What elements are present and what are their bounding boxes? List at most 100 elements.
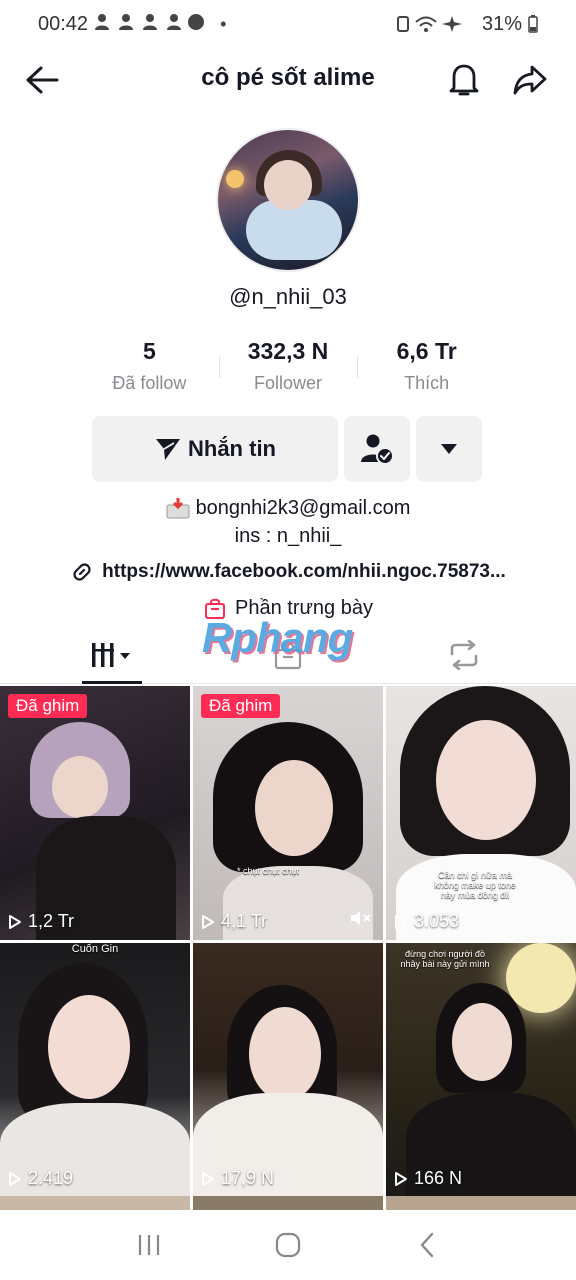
- back-chevron-icon: [420, 1232, 433, 1258]
- battery-icon: [528, 15, 538, 33]
- video-tile[interactable]: đừng chơi người đồ nhây bài này gửi mình…: [386, 943, 576, 1197]
- pinned-badge: Đã ghim: [201, 694, 281, 718]
- profile-actions: Nhắn tin: [92, 416, 482, 482]
- video-tile[interactable]: 17,9 N: [193, 943, 383, 1197]
- play-outline-icon: [202, 914, 214, 929]
- partial-tile: [193, 1196, 383, 1210]
- view-count-text: 2.419: [28, 1168, 74, 1188]
- video-thumb-face: [52, 756, 108, 818]
- video-tile[interactable]: * chụt chụt chụt Đã ghim 4,1 Tr: [193, 686, 383, 940]
- friend-status-button[interactable]: [344, 416, 410, 482]
- stat-likes[interactable]: 6,6 Tr Thích: [357, 338, 496, 400]
- message-button[interactable]: Nhắn tin: [92, 416, 338, 482]
- stat-label: Thích: [404, 373, 450, 393]
- bio-line-1: bongnhi2k3@gmail.com: [195, 497, 411, 519]
- video-thumb-face: [48, 995, 130, 1099]
- video-thumb-face: [255, 760, 333, 856]
- videos-grid-icon: [92, 643, 130, 667]
- notification-bell-button[interactable]: [444, 60, 484, 100]
- tab-videos[interactable]: [82, 626, 142, 684]
- recent-apps-button[interactable]: [119, 1220, 179, 1270]
- dot-icon: •: [220, 13, 227, 34]
- avatar-bokeh-light: [226, 170, 244, 188]
- pinned-badge: Đã ghim: [8, 694, 88, 718]
- home-button[interactable]: [258, 1220, 318, 1270]
- link-icon: [73, 563, 91, 581]
- video-caption: đừng chơi người đồ nhây bài này gửi mình: [400, 949, 490, 969]
- video-caption: Cần chi gì nữa mà không make up tone này…: [434, 870, 516, 900]
- bio-line-2: ins : n_nhii_: [234, 525, 342, 547]
- view-count-text: 1,2 Tr: [28, 911, 75, 931]
- view-count: 1,2 Tr: [8, 911, 74, 932]
- video-thumb-face: [249, 1007, 321, 1101]
- status-right: 31%: [396, 13, 538, 36]
- inbox-tray-icon: [166, 498, 190, 519]
- repost-icon: [450, 640, 478, 670]
- video-tile[interactable]: Cần chi gì nữa mà không make up tone này…: [386, 686, 576, 940]
- profile-header: cô pé sốt alime: [0, 48, 576, 108]
- play-outline-icon: [9, 1171, 21, 1186]
- next-row-partial: [0, 1196, 576, 1210]
- partial-tile: [0, 1196, 190, 1210]
- video-tile[interactable]: Đã ghim 1,2 Tr: [0, 686, 190, 940]
- stat-label: Follower: [253, 373, 323, 393]
- play-outline-icon: [9, 914, 21, 929]
- recent-apps-icon: [139, 1235, 160, 1255]
- video-thumb-face: [436, 720, 536, 840]
- bell-icon: [449, 64, 479, 96]
- share-button[interactable]: [510, 60, 550, 100]
- view-count: 2.419: [8, 1168, 73, 1189]
- view-count-text: 4,1 Tr: [221, 911, 268, 931]
- bio-email-line: bongnhi2k3@gmail.com: [0, 494, 576, 522]
- more-options-button[interactable]: [416, 416, 482, 482]
- stat-following[interactable]: 5 Đã follow: [80, 338, 219, 400]
- muted-icon: [349, 909, 373, 932]
- page-title: cô pé sốt alime: [201, 64, 375, 91]
- share-arrow-icon: [513, 65, 547, 95]
- video-tile[interactable]: Cuốn Gin 2.419: [0, 943, 190, 1197]
- play-outline-icon: [395, 1171, 407, 1186]
- view-count: 166 N: [394, 1168, 462, 1189]
- system-nav-bar: [0, 1210, 576, 1280]
- video-thumb-moon: [506, 943, 576, 1013]
- clock: 00:42: [38, 12, 89, 35]
- video-grid: Đã ghim 1,2 Tr * chụt chụt chụt Đã ghim …: [0, 686, 576, 1197]
- back-nav-button[interactable]: [397, 1220, 457, 1270]
- person-add-icons: [95, 13, 205, 30]
- stat-value: 332,3 N: [247, 338, 329, 364]
- profile-stats: 5 Đã follow 332,3 N Follower 6,6 Tr Thíc…: [80, 338, 496, 400]
- connectivity-icons: [396, 16, 462, 32]
- video-thumb-face: [452, 1003, 512, 1081]
- avatar[interactable]: [216, 128, 360, 272]
- watermark: Rphang: [202, 614, 353, 661]
- bio-ins-line: ins : n_nhii_: [0, 522, 576, 550]
- profile-link-text: https://www.facebook.com/nhii.ngoc.75873…: [102, 561, 506, 582]
- stat-value: 5: [142, 338, 156, 364]
- view-count-text: 3.053: [414, 911, 460, 931]
- view-count-text: 17,9 N: [221, 1168, 275, 1188]
- active-tab-indicator: [82, 681, 142, 684]
- stat-followers[interactable]: 332,3 N Follower: [218, 338, 358, 400]
- profile-link[interactable]: https://www.facebook.com/nhii.ngoc.75873…: [0, 560, 576, 584]
- avatar-face: [264, 160, 312, 210]
- username: @n_nhii_03: [229, 284, 347, 309]
- notification-icons: [94, 12, 214, 37]
- send-icon: [156, 439, 180, 460]
- partial-tile: [386, 1196, 576, 1210]
- caret-down-icon: [441, 444, 457, 454]
- status-bar: 00:42 • 31%: [0, 0, 576, 48]
- battery-percent: 31%: [481, 12, 522, 35]
- avatar-photo: [218, 130, 358, 270]
- video-caption: Cuốn Gin: [71, 943, 119, 955]
- play-outline-icon: [202, 1171, 214, 1186]
- home-icon: [275, 1232, 301, 1258]
- view-count: 17,9 N: [201, 1168, 274, 1189]
- tab-reposts[interactable]: [434, 626, 494, 684]
- video-caption: * chụt chụt chụt: [236, 866, 300, 876]
- bio: bongnhi2k3@gmail.com ins : n_nhii_: [0, 494, 576, 550]
- status-left: 00:42 •: [38, 12, 226, 37]
- stat-value: 6,6 Tr: [396, 338, 457, 364]
- message-button-label: Nhắn tin: [188, 436, 276, 461]
- view-count: 4,1 Tr: [201, 911, 267, 932]
- view-count-text: 166 N: [414, 1168, 463, 1188]
